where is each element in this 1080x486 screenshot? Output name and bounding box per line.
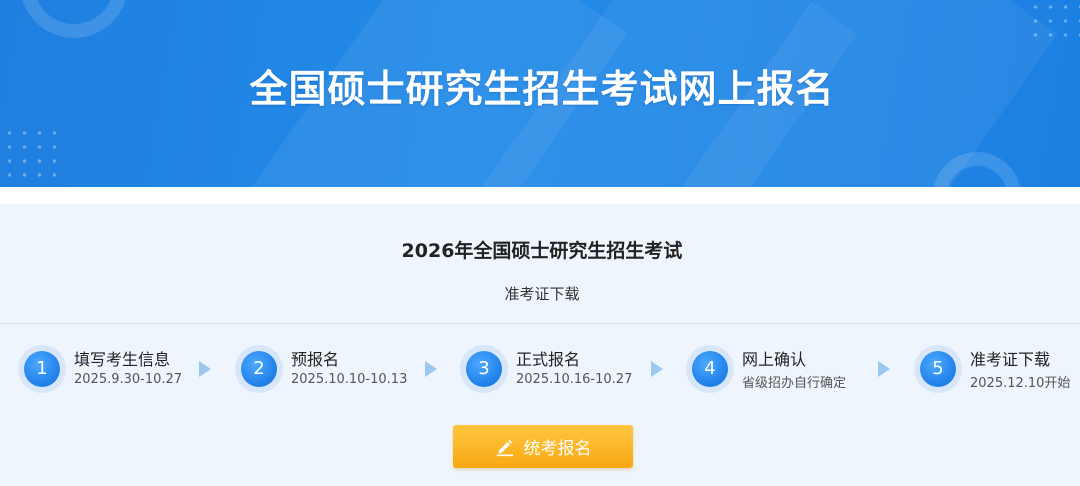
step-date: 2025.10.16-10.27 bbox=[516, 372, 633, 387]
step-name: 填写考生信息 bbox=[74, 350, 171, 369]
banner-gap bbox=[0, 187, 1080, 204]
step-number-badge: 2 bbox=[235, 345, 283, 393]
step-number: 1 bbox=[24, 351, 60, 387]
main-panel: 2026年全国硕士研究生招生考试 准考证下载 1 填写考生信息 2025.9.3… bbox=[0, 204, 1080, 486]
step-name: 正式报名 bbox=[516, 350, 581, 369]
step-number: 5 bbox=[920, 351, 956, 387]
step-number-badge: 5 bbox=[914, 345, 962, 393]
step-date: 2025.9.30-10.27 bbox=[74, 372, 183, 387]
arrow-right-icon bbox=[651, 361, 663, 377]
step-number: 2 bbox=[241, 351, 277, 387]
divider bbox=[0, 323, 1080, 324]
arrow-right-icon bbox=[425, 361, 437, 377]
step-name: 预报名 bbox=[291, 350, 340, 369]
arrow-right-icon bbox=[878, 361, 890, 377]
banner-dots bbox=[2, 126, 62, 182]
register-button[interactable]: 统考报名 bbox=[453, 425, 633, 468]
register-button-label: 统考报名 bbox=[523, 439, 592, 459]
step-number-badge: 4 bbox=[686, 345, 734, 393]
banner-ring bbox=[20, 0, 128, 38]
step-number: 3 bbox=[466, 351, 502, 387]
step-date: 2025.12.10开始 bbox=[970, 376, 1071, 391]
step-number: 4 bbox=[692, 351, 728, 387]
banner-dots bbox=[1028, 0, 1080, 46]
section-label: 准考证下载 bbox=[504, 285, 580, 303]
pencil-icon bbox=[496, 439, 513, 456]
header-banner: 全国硕士研究生招生考试网上报名 bbox=[0, 0, 1080, 187]
arrow-right-icon bbox=[199, 361, 211, 377]
step-date: 2025.10.10-10.13 bbox=[291, 372, 408, 387]
step-date: 省级招办自行确定 bbox=[742, 376, 847, 391]
page-title: 全国硕士研究生招生考试网上报名 bbox=[249, 67, 835, 111]
step-number-badge: 3 bbox=[460, 345, 508, 393]
exam-title: 2026年全国硕士研究生招生考试 bbox=[401, 240, 683, 262]
step-name: 准考证下载 bbox=[970, 350, 1051, 369]
step-number-badge: 1 bbox=[18, 345, 66, 393]
step-name: 网上确认 bbox=[742, 350, 807, 369]
